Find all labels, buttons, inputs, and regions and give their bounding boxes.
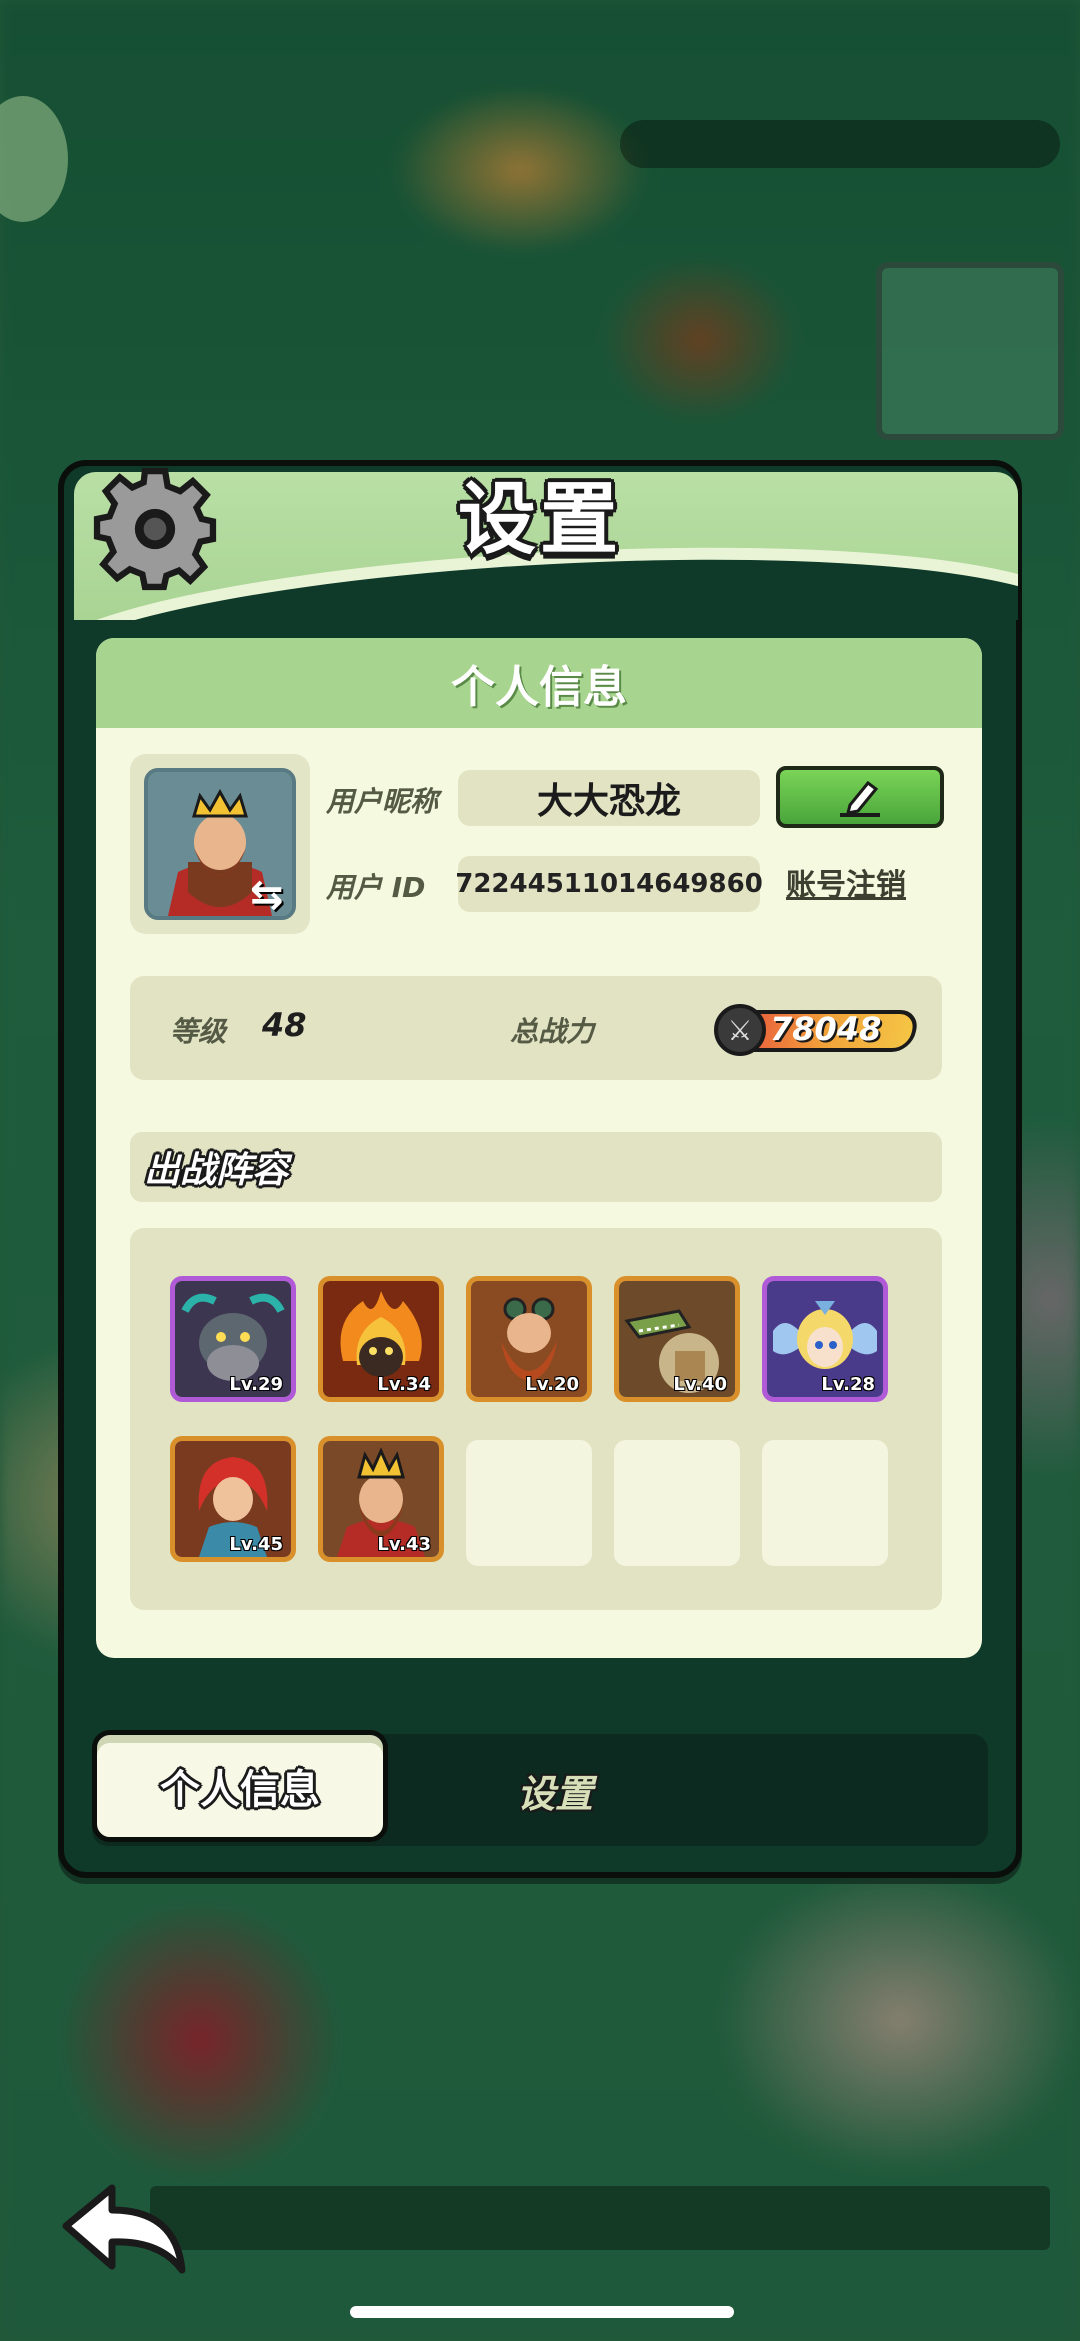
hero-slot-7[interactable]: Lv.43 <box>318 1436 444 1562</box>
level-label: 等级 <box>170 1015 227 1048</box>
panel-header: 个人信息 <box>96 638 982 728</box>
power-badge: 78048 ⚔ <box>714 1004 926 1056</box>
power-value: 78048 <box>770 1010 882 1048</box>
tab-profile-label: 个人信息 <box>160 1767 320 1813</box>
hero-level: Lv.28 <box>821 1374 875 1395</box>
nickname-field: 大大恐龙 <box>458 770 760 826</box>
account-deletion-link[interactable]: 账号注销 <box>786 860 906 904</box>
level-power-box: 等级 48 总战力 78048 ⚔ <box>130 976 942 1080</box>
swap-icon: ⇆ <box>250 872 284 918</box>
tab-settings-label: 设置 <box>516 1771 593 1816</box>
hero-slot-2[interactable]: Lv.34 <box>318 1276 444 1402</box>
nickname-label: 用户昵称 <box>326 785 439 818</box>
hero-level: Lv.40 <box>673 1374 727 1395</box>
pencil-icon <box>840 780 880 817</box>
hero-slot-4[interactable]: Lv.40 <box>614 1276 740 1402</box>
level-value: 48 <box>262 1006 307 1044</box>
lineup-grid: Lv.29 Lv.34 Lv.20 Lv.40 Lv.28 Lv.45 Lv.4… <box>130 1228 942 1610</box>
panel-title: 个人信息 <box>451 662 627 713</box>
crossed-swords-icon: ⚔ <box>714 1004 766 1056</box>
edit-nickname-button[interactable] <box>776 766 944 828</box>
hero-slot-empty-10[interactable] <box>762 1440 888 1566</box>
tab-settings[interactable]: 设置 <box>460 1760 650 1820</box>
power-label: 总战力 <box>510 1015 595 1048</box>
hero-slot-1[interactable]: Lv.29 <box>170 1276 296 1402</box>
tab-profile[interactable]: 个人信息 <box>92 1730 388 1842</box>
hero-slot-empty-8[interactable] <box>466 1440 592 1566</box>
resource-bar <box>620 120 1060 168</box>
minimap[interactable] <box>876 262 1064 440</box>
hero-level: Lv.34 <box>377 1374 431 1395</box>
hero-slot-6[interactable]: Lv.45 <box>170 1436 296 1562</box>
user-id-label: 用户 ID <box>326 871 426 904</box>
dialog-title: 设置 <box>457 475 622 565</box>
hero-slot-empty-9[interactable] <box>614 1440 740 1566</box>
user-id-field: 72244511014649860 <box>455 856 763 912</box>
hero-level: Lv.20 <box>525 1374 579 1395</box>
lineup-title: 出战阵容 <box>144 1150 289 1191</box>
hero-level: Lv.43 <box>377 1534 431 1555</box>
chat-bar[interactable] <box>150 2186 1050 2250</box>
hero-slot-3[interactable]: Lv.20 <box>466 1276 592 1402</box>
back-arrow-icon[interactable] <box>56 2180 196 2280</box>
home-indicator[interactable] <box>350 2306 734 2318</box>
avatar-button[interactable]: ⇆ <box>130 754 310 934</box>
hero-slot-5[interactable]: Lv.28 <box>762 1276 888 1402</box>
hero-level: Lv.45 <box>229 1534 283 1555</box>
lineup-header: 出战阵容 <box>130 1132 942 1202</box>
hero-level: Lv.29 <box>229 1374 283 1395</box>
profile-panel: 个人信息 ⇆ 用户昵称 大大恐龙 用户 ID 72244511014649860… <box>96 638 982 1658</box>
